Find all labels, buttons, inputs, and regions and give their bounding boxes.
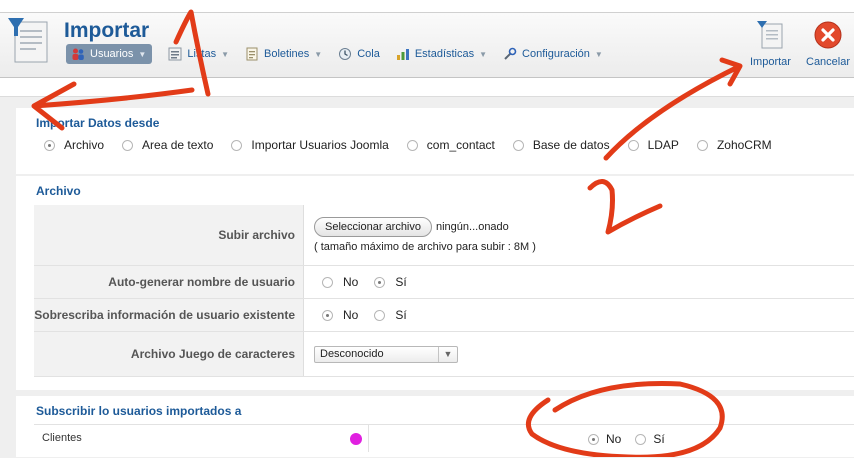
overwrite-no-option[interactable]: No — [322, 308, 358, 322]
autogen-row: Auto-generar nombre de usuario No Sí — [34, 266, 854, 299]
charset-label: Archivo Juego de caracteres — [34, 332, 304, 376]
option-label: Sí — [395, 308, 407, 322]
radio-subscribe-yes[interactable] — [635, 433, 647, 445]
nav-boletines[interactable]: Boletines ▼ — [245, 44, 322, 64]
nav-configuracion-label: Configuración — [522, 48, 590, 60]
overwrite-options: No Sí — [322, 299, 423, 331]
chevron-down-icon: ▼ — [138, 49, 147, 59]
charset-field: Desconocido ▼ — [314, 332, 458, 376]
source-option-com-contact[interactable]: com_contact — [406, 138, 495, 152]
nav-estadisticas-label: Estadísticas — [414, 48, 475, 60]
source-option-joomla[interactable]: Importar Usuarios Joomla — [231, 138, 389, 152]
source-option-textarea[interactable]: Area de texto — [122, 138, 213, 152]
nav-cola-label: Cola — [357, 48, 380, 60]
source-option-database[interactable]: Base de datos — [512, 138, 610, 152]
source-option-label: Archivo — [64, 138, 105, 152]
import-icon — [756, 21, 784, 53]
source-option-label: LDAP — [647, 138, 679, 152]
import-source-options: Archivo Area de texto Importar Usuarios … — [44, 138, 790, 152]
radio-autogen-no[interactable] — [322, 276, 333, 288]
radio-textarea[interactable] — [122, 139, 134, 151]
lists-icon — [168, 47, 182, 61]
page-title: Importar — [64, 19, 150, 42]
radio-overwrite-no[interactable] — [322, 309, 333, 321]
autogen-options: No Sí — [322, 266, 423, 298]
no-file-text: ningún...onado — [436, 221, 509, 233]
chevron-down-icon: ▼ — [314, 49, 323, 59]
import-button[interactable]: Importar — [750, 20, 791, 68]
radio-archivo[interactable] — [44, 139, 55, 151]
chevron-down-icon: ▼ — [594, 49, 603, 59]
list-color-dot — [350, 433, 362, 445]
autogen-label: Auto-generar nombre de usuario — [34, 266, 304, 298]
subscribe-section-title: Subscribir lo usuarios importados a — [36, 404, 242, 418]
cancel-icon — [813, 21, 843, 53]
overwrite-row: Sobrescriba información de usuario exist… — [34, 299, 854, 332]
queue-icon — [338, 47, 352, 61]
upload-row: Subir archivo Seleccionar archivo ningún… — [34, 205, 854, 266]
autogen-no-option[interactable]: No — [322, 275, 358, 289]
option-label: No — [343, 308, 359, 322]
cancel-button-label: Cancelar — [806, 56, 851, 68]
source-option-archivo[interactable]: Archivo — [44, 138, 104, 152]
charset-select[interactable]: Desconocido ▼ — [314, 345, 458, 363]
file-section-title: Archivo — [36, 184, 81, 198]
chevron-down-icon: ▼ — [438, 346, 457, 362]
nav-configuracion[interactable]: Configuración ▼ — [503, 44, 603, 64]
cancel-button[interactable]: Cancelar — [806, 20, 850, 68]
radio-ldap[interactable] — [627, 139, 639, 151]
import-logo-icon — [6, 16, 52, 64]
users-icon — [71, 47, 85, 61]
max-size-note: ( tamaño máximo de archivo para subir : … — [314, 241, 536, 253]
source-option-label: ZohoCRM — [716, 138, 772, 152]
nav-usuarios[interactable]: Usuarios ▼ — [66, 44, 153, 64]
source-option-ldap[interactable]: LDAP — [627, 138, 679, 152]
newsletter-icon — [245, 47, 259, 61]
charset-row: Archivo Juego de caracteres Desconocido … — [34, 332, 854, 377]
choose-file-button[interactable]: Seleccionar archivo — [314, 217, 432, 237]
configuration-icon — [503, 47, 517, 61]
upload-field: Seleccionar archivo ningún...onado ( tam… — [314, 205, 536, 265]
chevron-down-icon: ▼ — [479, 49, 488, 59]
radio-database[interactable] — [512, 139, 524, 151]
radio-zohocrm[interactable] — [696, 139, 708, 151]
source-option-label: com_contact — [426, 138, 495, 152]
radio-joomla[interactable] — [231, 139, 243, 151]
statistics-icon — [396, 47, 410, 61]
main-nav: Usuarios ▼ Listas ▼ Boletines ▼ Cola Est… — [66, 44, 619, 64]
import-button-label: Importar — [750, 56, 791, 68]
upload-label: Subir archivo — [34, 205, 304, 265]
nav-estadisticas[interactable]: Estadísticas ▼ — [396, 44, 487, 64]
nav-usuarios-label: Usuarios — [90, 48, 134, 60]
option-label: Sí — [395, 275, 407, 289]
subscribe-yes-option[interactable]: Sí — [635, 432, 665, 446]
option-label: No — [343, 275, 359, 289]
column-divider — [368, 425, 369, 452]
nav-boletines-label: Boletines — [264, 48, 310, 60]
option-label: Sí — [653, 432, 665, 446]
overwrite-yes-option[interactable]: Sí — [374, 308, 407, 322]
chevron-down-icon: ▼ — [221, 49, 229, 59]
nav-listas[interactable]: Listas ▼ — [168, 44, 229, 64]
source-option-label: Area de texto — [142, 138, 214, 152]
nav-listas-label: Listas — [187, 48, 217, 60]
source-option-zohocrm[interactable]: ZohoCRM — [696, 138, 772, 152]
list-name: Clientes — [42, 432, 82, 444]
charset-value: Desconocido — [320, 348, 384, 360]
subscribe-no-option[interactable]: No — [588, 432, 621, 446]
nav-cola[interactable]: Cola — [338, 44, 380, 64]
subscribe-row-clientes: Clientes No Sí — [34, 424, 854, 452]
radio-autogen-yes[interactable] — [374, 276, 386, 288]
overwrite-label: Sobrescriba información de usuario exist… — [34, 299, 304, 331]
source-option-label: Base de datos — [532, 138, 610, 152]
autogen-yes-option[interactable]: Sí — [374, 275, 407, 289]
radio-com-contact[interactable] — [406, 139, 418, 151]
import-from-title: Importar Datos desde — [36, 116, 160, 130]
subscribe-options: No Sí — [588, 432, 665, 446]
source-option-label: Importar Usuarios Joomla — [251, 138, 389, 152]
option-label: No — [606, 432, 622, 446]
radio-subscribe-no[interactable] — [588, 433, 599, 445]
radio-overwrite-yes[interactable] — [374, 309, 386, 321]
